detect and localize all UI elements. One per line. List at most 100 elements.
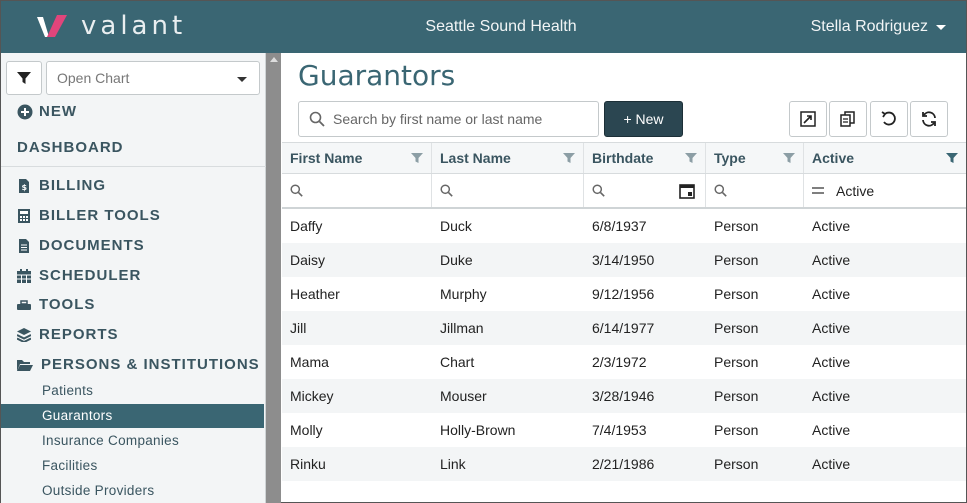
column-filter-icon[interactable]	[411, 152, 423, 164]
table-row[interactable]: Mama Chart 2/3/1972 Person Active	[282, 345, 966, 379]
nav-dashboard[interactable]: DASHBOARD	[17, 139, 124, 156]
column-header-first-name[interactable]: First Name	[282, 143, 432, 173]
sidebar-item-patients[interactable]: Patients	[1, 379, 264, 403]
nav-new[interactable]: NEW	[17, 103, 77, 120]
refresh-button[interactable]	[910, 101, 948, 137]
search-input[interactable]	[333, 111, 583, 127]
wrench-icon	[17, 299, 31, 310]
new-guarantor-button[interactable]: + New	[604, 101, 683, 137]
calculator-icon	[18, 208, 30, 223]
cell-birthdate: 2/21/1986	[592, 456, 655, 472]
open-chart-placeholder: Open Chart	[57, 70, 130, 86]
undo-button[interactable]	[870, 101, 908, 137]
column-header-active[interactable]: Active	[804, 143, 966, 173]
svg-text:$: $	[22, 183, 29, 192]
cell-active: Active	[812, 456, 851, 472]
cell-type: Person	[714, 252, 759, 268]
nav-reports[interactable]: REPORTS	[17, 326, 119, 343]
chart-filter-button[interactable]	[6, 61, 42, 95]
sidebar: Open Chart NEW DASHBOARD $ BILLING BILLE…	[1, 53, 266, 503]
cell-first-name: Daisy	[290, 252, 326, 268]
user-menu[interactable]: Stella Rodriguez	[811, 18, 946, 36]
nav-tools[interactable]: TOOLS	[17, 296, 95, 313]
filter-active-value: Active	[836, 182, 875, 199]
grid-filter-row: Active	[282, 174, 966, 209]
column-filter-icon[interactable]	[563, 152, 575, 164]
filter-last-name[interactable]	[432, 174, 584, 207]
filter-active[interactable]: Active	[804, 174, 966, 207]
cell-last-name: Duck	[440, 218, 472, 234]
column-header-last-name[interactable]: Last Name	[432, 143, 584, 173]
column-filter-icon[interactable]	[685, 152, 697, 164]
cell-active: Active	[812, 388, 851, 404]
calendar-icon	[17, 268, 31, 283]
cell-last-name: Mouser	[440, 388, 487, 404]
column-header-label: First Name	[290, 150, 363, 166]
cell-first-name: Daffy	[290, 218, 323, 234]
sidebar-item-outside-providers[interactable]: Outside Providers	[1, 479, 264, 503]
cell-birthdate: 6/14/1977	[592, 320, 655, 336]
cell-first-name: Molly	[290, 422, 323, 438]
columns-button[interactable]	[829, 101, 867, 137]
table-row[interactable]: Daisy Duke 3/14/1950 Person Active	[282, 243, 966, 277]
nav-documents[interactable]: DOCUMENTS	[17, 237, 145, 254]
table-row[interactable]: Mickey Mouser 3/28/1946 Person Active	[282, 379, 966, 413]
cell-active: Active	[812, 422, 851, 438]
cell-birthdate: 7/4/1953	[592, 422, 647, 438]
nav-billing-label: BILLING	[39, 177, 106, 194]
column-filter-active-icon[interactable]	[946, 152, 958, 164]
scroll-up-arrow-icon[interactable]	[270, 57, 278, 62]
column-filter-icon[interactable]	[783, 152, 795, 164]
table-row[interactable]: Molly Holly-Brown 7/4/1953 Person Active	[282, 413, 966, 447]
table-row[interactable]: Daffy Duck 6/8/1937 Person Active	[282, 209, 966, 243]
open-chart-select[interactable]: Open Chart	[46, 61, 260, 95]
user-name: Stella Rodriguez	[810, 18, 928, 35]
calendar-icon[interactable]	[679, 183, 695, 199]
equals-icon	[812, 186, 824, 194]
filter-first-name[interactable]	[282, 174, 432, 207]
grid-header: First Name Last Name Birthdate Type Acti…	[282, 142, 966, 174]
cell-first-name: Jill	[290, 320, 307, 336]
copy-columns-icon	[840, 111, 855, 127]
nav-biller-tools[interactable]: BILLER TOOLS	[17, 207, 161, 224]
cell-last-name: Murphy	[440, 286, 487, 302]
document-icon	[19, 238, 29, 253]
cell-type: Person	[714, 354, 759, 370]
divider	[1, 166, 266, 167]
nav-tools-label: TOOLS	[39, 296, 96, 313]
column-header-type[interactable]: Type	[706, 143, 804, 173]
filter-type[interactable]	[706, 174, 804, 207]
page-title: Guarantors	[298, 59, 456, 92]
cell-active: Active	[812, 354, 851, 370]
cell-birthdate: 3/28/1946	[592, 388, 655, 404]
nav-billing[interactable]: $ BILLING	[17, 177, 106, 194]
cell-birthdate: 6/8/1937	[592, 218, 647, 234]
plus-circle-icon	[17, 104, 33, 119]
sidebar-scrollbar[interactable]	[266, 53, 281, 503]
sidebar-item-guarantors[interactable]: Guarantors	[1, 404, 264, 428]
filter-icon	[17, 72, 31, 84]
nav-reports-label: REPORTS	[39, 326, 119, 343]
nav-scheduler[interactable]: SCHEDULER	[17, 267, 141, 284]
table-row[interactable]: Jill Jillman 6/14/1977 Person Active	[282, 311, 966, 345]
table-row[interactable]: Rinku Link 2/21/1986 Person Active	[282, 447, 966, 481]
column-header-label: Type	[714, 150, 746, 166]
filter-birthdate[interactable]	[584, 174, 706, 207]
cell-type: Person	[714, 218, 759, 234]
cell-active: Active	[812, 320, 851, 336]
refresh-icon	[922, 111, 936, 127]
search-box[interactable]	[298, 101, 599, 137]
sidebar-item-insurance-companies[interactable]: Insurance Companies	[1, 429, 264, 453]
cell-last-name: Holly-Brown	[440, 422, 516, 438]
export-button[interactable]	[789, 101, 827, 137]
scrollbar-thumb[interactable]	[266, 67, 281, 503]
search-icon	[714, 184, 727, 197]
column-header-label: Last Name	[440, 150, 511, 166]
column-header-birthdate[interactable]: Birthdate	[584, 143, 706, 173]
chevron-down-icon	[936, 24, 946, 30]
sidebar-item-facilities[interactable]: Facilities	[1, 454, 264, 478]
table-row[interactable]: Heather Murphy 9/12/1956 Person Active	[282, 277, 966, 311]
cell-birthdate: 9/12/1956	[592, 286, 655, 302]
nav-persons-institutions[interactable]: PERSONS & INSTITUTIONS	[17, 356, 260, 373]
cell-active: Active	[812, 286, 851, 302]
